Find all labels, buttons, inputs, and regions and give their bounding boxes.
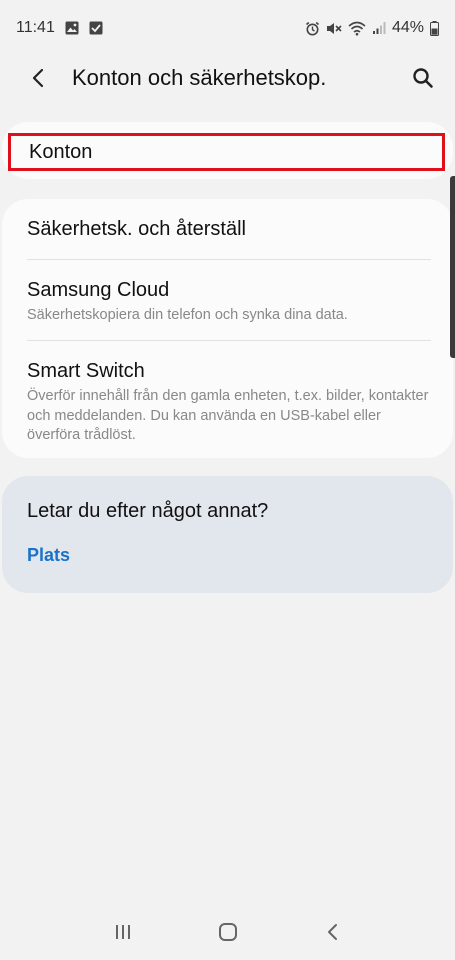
backup-and-restore-title: Säkerhetsk. och återställ (27, 217, 246, 240)
wifi-icon (348, 21, 366, 36)
back-arrow-icon (31, 68, 45, 88)
signal-icon (372, 21, 386, 35)
location-link[interactable]: Plats (27, 545, 428, 566)
samsung-cloud-subtitle: Säkerhetskopiera din telefon och synka d… (27, 307, 348, 323)
app-bar: Konton och säkerhetskop. (0, 56, 455, 100)
back-nav-button[interactable] (313, 912, 353, 952)
smart-switch-item[interactable]: Smart Switch Överför innehåll från den g… (27, 341, 431, 446)
accounts-card: Konton (2, 122, 453, 179)
back-button[interactable] (24, 64, 52, 92)
smart-switch-title: Smart Switch (27, 360, 145, 382)
suggestion-title: Letar du efter något annat? (27, 500, 269, 522)
alarm-icon (305, 21, 320, 36)
accounts-item[interactable]: Konton (8, 133, 445, 171)
suggestion-card: Letar du efter något annat? Plats (2, 476, 453, 593)
navigation-bar (0, 904, 455, 960)
smart-switch-subtitle: Överför innehåll från den gamla enheten,… (27, 388, 429, 443)
home-button[interactable] (208, 912, 248, 952)
home-icon (218, 922, 238, 942)
search-button[interactable] (407, 62, 439, 94)
page-title: Konton och säkerhetskop. (72, 65, 327, 90)
accounts-item-title: Konton (29, 140, 93, 163)
samsung-cloud-item[interactable]: Samsung Cloud Säkerhetskopiera din telef… (27, 260, 431, 341)
battery-percent: 44% (391, 19, 424, 36)
backup-and-restore-item[interactable]: Säkerhetsk. och återställ (27, 199, 431, 260)
scrollbar[interactable] (450, 176, 455, 358)
status-time: 11:41 (16, 19, 55, 36)
battery-icon (430, 20, 439, 36)
search-icon (412, 67, 434, 89)
check-box-icon (89, 21, 103, 35)
mute-icon (326, 21, 342, 36)
recent-apps-button[interactable] (103, 912, 143, 952)
recent-apps-icon (114, 923, 132, 941)
back-icon (326, 922, 340, 942)
status-bar: 11:41 44% (0, 0, 455, 56)
image-icon (65, 21, 79, 35)
samsung-cloud-title: Samsung Cloud (27, 279, 170, 301)
backup-options-card: Säkerhetsk. och återställ Samsung Cloud … (2, 199, 453, 458)
